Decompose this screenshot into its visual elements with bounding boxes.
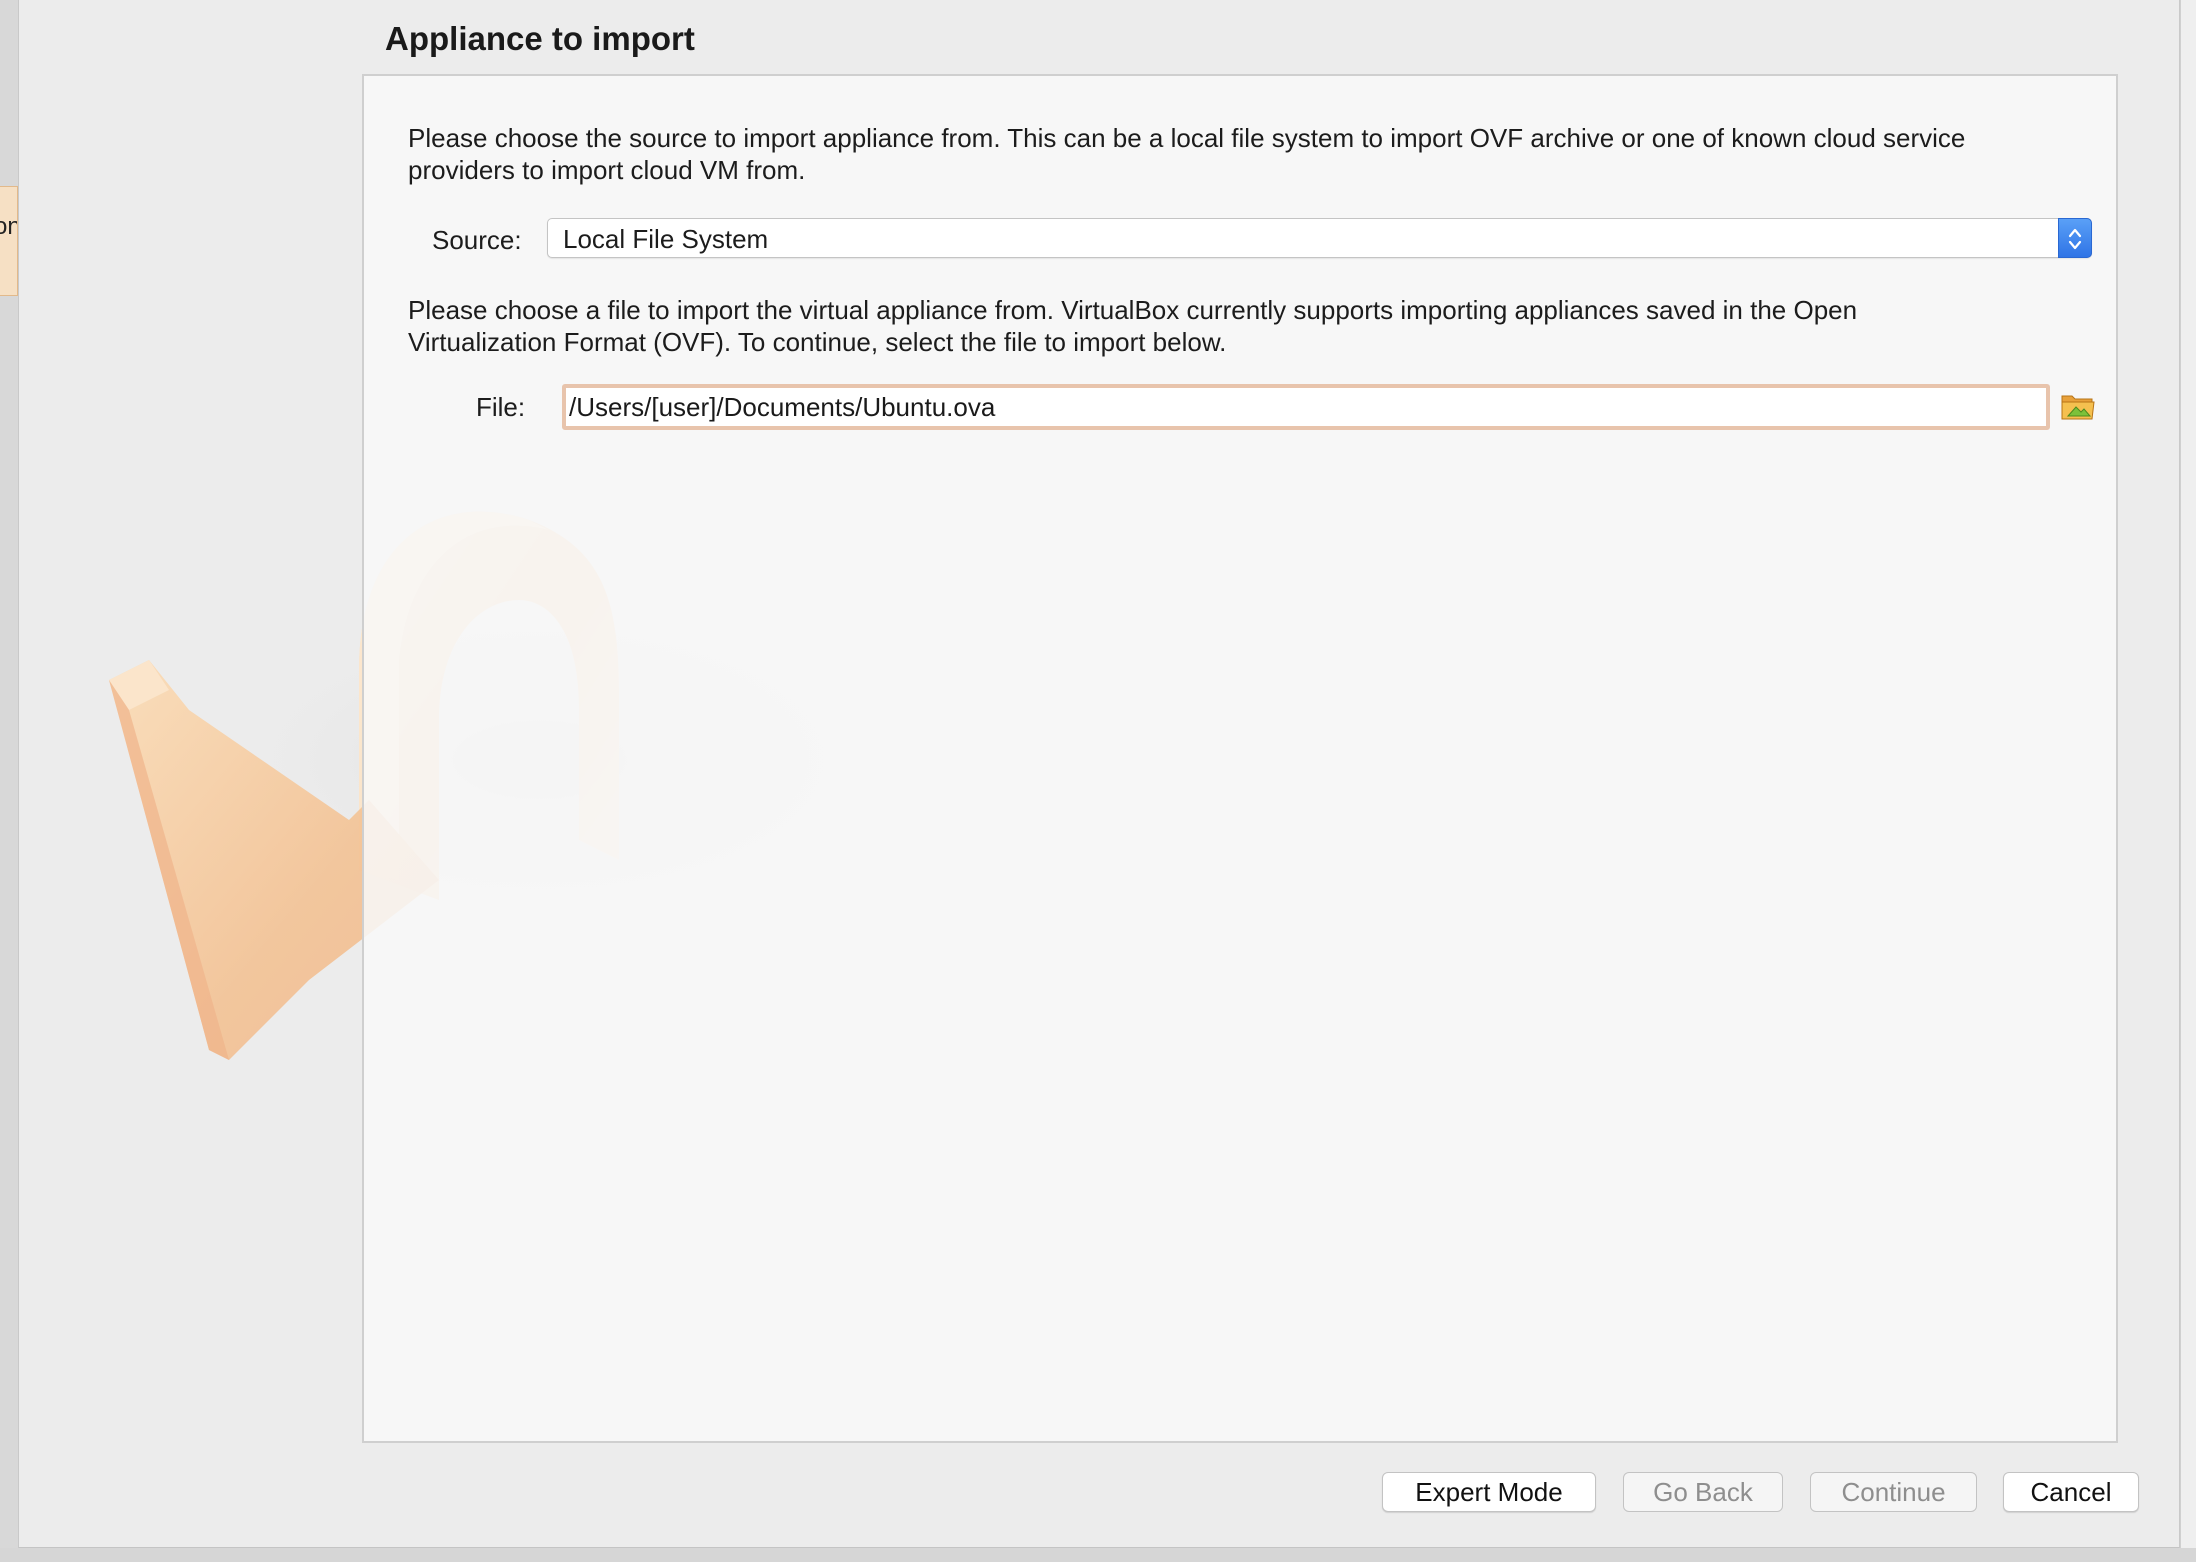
background-window-bottom-edge [0,1548,2196,1562]
background-window-tab: on [0,186,18,296]
source-description: Please choose the source to import appli… [408,123,1966,185]
file-path-input[interactable] [562,384,2050,430]
wizard-content-panel [362,74,2118,1443]
background-window-right-edge [2180,0,2196,1562]
source-label: Source: [432,225,522,255]
chevron-updown-icon[interactable] [2058,218,2092,258]
go-back-button[interactable]: Go Back [1623,1472,1783,1512]
page-title: Appliance to import [385,20,695,57]
expert-mode-button[interactable]: Expert Mode [1382,1472,1596,1512]
cancel-button[interactable]: Cancel [2003,1472,2139,1512]
open-folder-icon[interactable] [2060,388,2096,424]
source-select-value: Local File System [563,224,769,254]
file-label: File: [476,392,526,422]
source-select[interactable]: Local File System [547,218,2092,258]
background-tab-label: on [0,213,17,241]
continue-button[interactable]: Continue [1810,1472,1977,1512]
file-description: Please choose a file to import the virtu… [408,295,1858,357]
